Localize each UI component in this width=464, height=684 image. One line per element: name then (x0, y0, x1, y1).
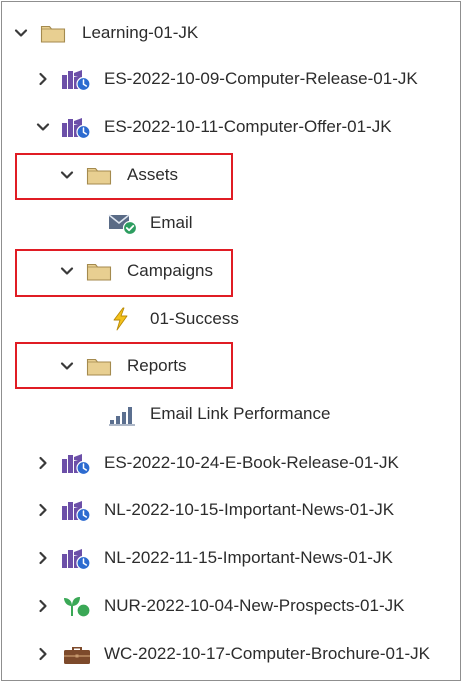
chevron-right-icon[interactable] (36, 647, 50, 661)
folder-icon (86, 354, 112, 378)
event-program-icon (62, 642, 92, 666)
tree-item-label: ES-2022-10-24-E-Book-Release-01-JK (104, 453, 399, 472)
chevron-down-icon[interactable] (36, 120, 50, 134)
tree-item-label: Learning-01-JK (82, 23, 199, 42)
tree-item-label: Email Link Performance (150, 404, 331, 423)
chevron-right-icon[interactable] (36, 456, 50, 470)
email-program-icon (61, 451, 91, 475)
tree-item-label: 01-Success (150, 309, 239, 328)
tree-item-folder-reports[interactable]: Reports (0, 346, 460, 386)
chevron-down-icon[interactable] (60, 264, 74, 278)
chevron-right-icon[interactable] (36, 503, 50, 517)
tree-item-label: Email (150, 213, 193, 232)
folder-icon (40, 21, 66, 45)
tree-item-label: ES-2022-10-09-Computer-Release-01-JK (104, 69, 418, 88)
tree-item-asset-email[interactable]: Email (0, 203, 460, 243)
tree-item-label: Reports (127, 356, 187, 375)
report-chart-icon (108, 402, 138, 426)
email-program-icon (61, 115, 91, 139)
tree-item-program[interactable]: NL-2022-11-15-Important-News-01-JK (0, 538, 460, 578)
chevron-down-icon[interactable] (14, 26, 28, 40)
tree-item-program[interactable]: ES-2022-10-24-E-Book-Release-01-JK (0, 443, 460, 483)
email-approved-icon (108, 211, 138, 235)
tree-item-label: NL-2022-10-15-Important-News-01-JK (104, 500, 395, 519)
tree-item-label: ES-2022-10-11-Computer-Offer-01-JK (104, 117, 392, 136)
tree-item-label: NUR-2022-10-04-New-Prospects-01-JK (104, 596, 405, 615)
folder-icon (86, 259, 112, 283)
chevron-down-icon[interactable] (60, 359, 74, 373)
chevron-right-icon[interactable] (36, 551, 50, 565)
tree-item-label: Assets (127, 165, 179, 184)
tree-item-label: WC-2022-10-17-Computer-Brochure-01-JK (104, 644, 430, 663)
chevron-right-icon[interactable] (36, 599, 50, 613)
folder-icon (86, 163, 112, 187)
email-program-icon (61, 498, 91, 522)
tree-item-program[interactable]: NL-2022-10-15-Important-News-01-JK (0, 490, 460, 530)
tree-item-report[interactable]: Email Link Performance (0, 394, 460, 434)
nurture-program-icon (62, 594, 92, 618)
tree-item-program[interactable]: WC-2022-10-17-Computer-Brochure-01-JK (0, 634, 460, 674)
chevron-down-icon[interactable] (60, 168, 74, 182)
tree-item-root[interactable]: Learning-01-JK (0, 13, 460, 53)
tree-item-label: Campaigns (127, 261, 213, 280)
tree-item-folder-campaigns[interactable]: Campaigns (0, 251, 460, 291)
tree-item-campaign[interactable]: 01-Success (0, 299, 460, 339)
email-program-icon (61, 546, 91, 570)
email-program-icon (61, 67, 91, 91)
tree-item-program[interactable]: ES-2022-10-09-Computer-Release-01-JK (0, 59, 460, 99)
trigger-campaign-icon (108, 307, 134, 331)
chevron-right-icon[interactable] (36, 72, 50, 86)
tree-item-folder-assets[interactable]: Assets (0, 155, 460, 195)
tree-item-program[interactable]: ES-2022-10-11-Computer-Offer-01-JK (0, 107, 460, 147)
tree-item-label: NL-2022-11-15-Important-News-01-JK (104, 548, 393, 567)
tree-item-program[interactable]: NUR-2022-10-04-New-Prospects-01-JK (0, 586, 460, 626)
tree-panel (1, 1, 461, 681)
